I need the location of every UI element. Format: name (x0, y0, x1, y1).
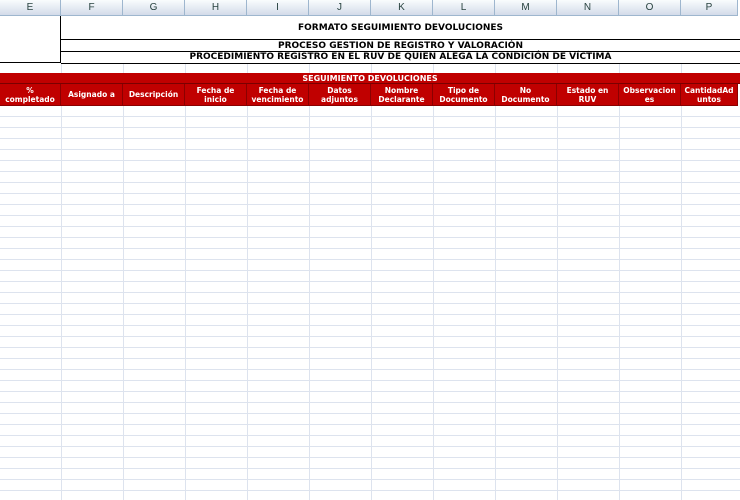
column-header-o[interactable]: O (619, 0, 681, 16)
title-formato[interactable]: FORMATO SEGUIMIENTO DEVOLUCIONES (61, 16, 740, 40)
column-header-i[interactable]: I (247, 0, 309, 16)
header-ruv-status[interactable]: Estado en RUV (557, 84, 619, 106)
column-header-n[interactable]: N (557, 0, 619, 16)
column-header-j[interactable]: J (309, 0, 371, 16)
blank-row (0, 64, 740, 73)
column-header-p[interactable]: P (681, 0, 738, 16)
header-document-type[interactable]: Tipo de Documento (433, 84, 495, 106)
column-header-g[interactable]: G (123, 0, 185, 16)
title-procedimiento[interactable]: PROCEDIMIENTO REGISTRO EN EL RUV DE QUIE… (61, 52, 740, 64)
header-document-number[interactable]: No Documento (495, 84, 557, 106)
field-header-row: % completado Asignado a Descripción Fecha… (0, 84, 740, 106)
header-declarant-name[interactable]: Nombre Declarante (371, 84, 433, 106)
header-start-date[interactable]: Fecha de inicio (185, 84, 247, 106)
column-header-l[interactable]: L (433, 0, 495, 16)
column-header-bar: E F G H I J K L M N O P (0, 0, 740, 16)
section-header-seguimiento[interactable]: SEGUIMIENTO DEVOLUCIONES (0, 73, 740, 84)
header-assigned-to[interactable]: Asignado a (61, 84, 123, 106)
header-observations[interactable]: Observacion es (619, 84, 681, 106)
empty-cell-grid[interactable] (0, 106, 740, 500)
spreadsheet: E F G H I J K L M N O P FORMATO SEGUIMIE… (0, 0, 740, 500)
header-attachment-count[interactable]: CantidadAd untos (681, 84, 738, 106)
header-due-date[interactable]: Fecha de vencimiento (247, 84, 309, 106)
column-header-k[interactable]: K (371, 0, 433, 16)
column-header-e[interactable]: E (0, 0, 61, 16)
column-header-h[interactable]: H (185, 0, 247, 16)
title-block: FORMATO SEGUIMIENTO DEVOLUCIONES PROCESO… (0, 16, 740, 64)
header-description[interactable]: Descripción (123, 84, 185, 106)
merged-blank-cell[interactable] (0, 16, 61, 63)
header-attachments[interactable]: Datos adjuntos (309, 84, 371, 106)
header-percent-completed[interactable]: % completado (0, 84, 61, 106)
title-proceso[interactable]: PROCESO GESTION DE REGISTRO Y VALORACIÓN (61, 40, 740, 52)
column-header-m[interactable]: M (495, 0, 557, 16)
column-header-f[interactable]: F (61, 0, 123, 16)
